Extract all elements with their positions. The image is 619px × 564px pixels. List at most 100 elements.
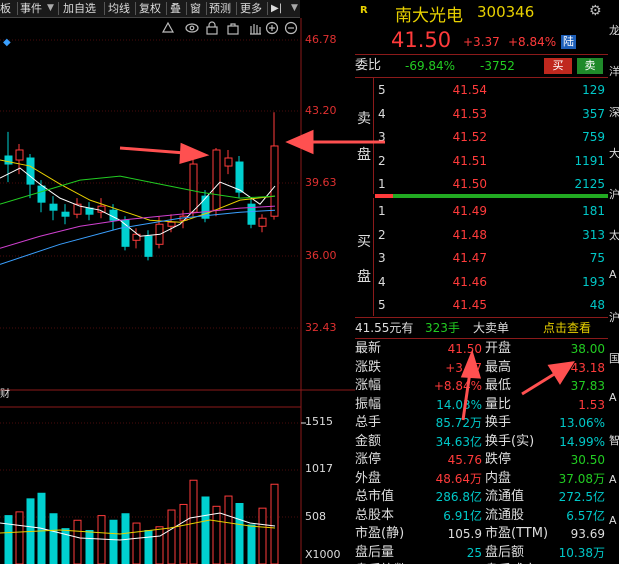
price-tick-label: 46.78: [305, 33, 337, 46]
side-list-char: 深: [609, 106, 619, 119]
toolbar-forecast-button[interactable]: 预测: [209, 1, 231, 16]
stat-label: 总股本: [355, 507, 395, 523]
candle-body: [235, 161, 244, 193]
toolbar-events-tab[interactable]: 事件: [20, 1, 42, 16]
price-tick-label: 36.00: [305, 249, 337, 262]
stat-label: 涨幅: [355, 378, 382, 393]
stat-value: 38.00: [570, 342, 605, 356]
volume-bar: [167, 509, 176, 564]
volume-bar: [155, 526, 164, 564]
candle-body: [49, 203, 58, 211]
side-list-char: 沪: [609, 188, 619, 201]
side-watchlist-edge[interactable]: 龙洋深大沪太A沪国A智AA: [608, 0, 619, 564]
candle-body: [26, 157, 35, 185]
ask-side-label: 卖 盘: [355, 78, 374, 194]
ask-level: 1: [378, 177, 386, 191]
bid-level: 2: [378, 227, 386, 242]
stat-value: 14.03%: [436, 397, 482, 412]
ask-level: 5: [378, 83, 386, 97]
toolbar-board-tab[interactable]: 板: [0, 1, 11, 16]
bid-price: 41.47: [452, 251, 487, 265]
toolbar-ma-button[interactable]: 均线: [108, 1, 130, 16]
price-change-pct: +8.84%: [508, 35, 557, 49]
toolbar-add-watchlist-button[interactable]: 加自选: [63, 1, 96, 16]
buy-button[interactable]: 买: [544, 58, 572, 74]
stat-label: 最新: [355, 341, 382, 356]
stat-value: 41.50: [447, 342, 482, 356]
stock-code: 300346: [477, 3, 535, 21]
ask-price: 41.53: [452, 106, 487, 121]
candle-body: [85, 207, 94, 215]
diamond-icon: ◆: [3, 37, 11, 48]
volume-bar: [201, 496, 210, 564]
volume-bar: [132, 522, 141, 564]
volume-bar: [258, 507, 267, 564]
stat-label: 最高: [485, 359, 512, 375]
stat-label: 振幅: [355, 396, 382, 412]
stat-value: 37.08万: [558, 471, 605, 486]
side-list-char: 龙: [609, 24, 619, 37]
big-order-price: 41.55元有: [355, 321, 414, 335]
stat-label: 市盈(TTM): [485, 526, 549, 541]
kline-chart[interactable]: [0, 18, 355, 564]
side-list-char: A: [609, 473, 617, 486]
stat-value: 6.91亿: [443, 508, 482, 523]
stat-value: 37.83: [570, 379, 605, 393]
ask-volume: 2125: [574, 177, 605, 191]
stat-label: 换手(实): [485, 433, 535, 449]
quote-panel: R 南大光电 300346 ⚙ 41.50 +3.37 +8.84% 陆 委比 …: [355, 0, 608, 564]
volume-bar: [270, 483, 279, 564]
stat-label: 涨停: [355, 452, 382, 467]
candle-body: [224, 157, 233, 167]
side-list-char: 大: [609, 147, 619, 160]
volume-bar: [179, 503, 188, 564]
toolbar-window-button[interactable]: 窗: [190, 1, 201, 16]
stat-label: 开盘: [485, 341, 512, 356]
volume-bar: [109, 519, 118, 564]
candle-body: [258, 217, 267, 227]
ask-volume: 1191: [574, 153, 605, 168]
bid-level: 4: [378, 274, 386, 289]
stat-value: 14.99%: [559, 434, 605, 449]
dropdown-arrow-icon[interactable]: ▼: [291, 1, 298, 16]
weibi-ratio: -69.84%: [405, 59, 456, 73]
stat-label: 跌停: [485, 452, 512, 467]
big-order-volume: 323手: [425, 321, 460, 335]
big-order-view-link[interactable]: 点击查看: [543, 318, 591, 338]
stat-label: 内盘: [485, 470, 512, 486]
volume-bar: [97, 515, 106, 564]
stat-value: +3.37: [445, 360, 482, 375]
price-change: +3.37: [463, 35, 500, 49]
stat-value: 10.38万: [558, 545, 605, 560]
side-list-char: A: [609, 514, 617, 527]
gear-icon[interactable]: ⚙: [589, 3, 602, 19]
order-balance-bar-red: [375, 194, 393, 198]
side-list-char: A: [609, 268, 617, 281]
stat-label: 涨跌: [355, 359, 382, 375]
weibi-label: 委比: [355, 58, 382, 73]
ask-price: 41.54: [452, 83, 487, 97]
ask-volume: 357: [582, 106, 605, 121]
toolbar-more-button[interactable]: 更多: [240, 1, 262, 16]
stat-label: 外盘: [355, 470, 382, 486]
stat-label: 换手: [485, 415, 512, 430]
volume-tick-label: 508: [305, 510, 326, 523]
toolbar-overlay-button[interactable]: 叠: [170, 1, 181, 16]
side-list-char: A: [609, 391, 617, 404]
bid-level: 5: [378, 298, 386, 312]
candle-body: [167, 221, 176, 227]
stat-value: +8.84%: [433, 379, 482, 393]
chevron-down-icon[interactable]: ▼: [47, 1, 54, 16]
volume-bar: [49, 513, 58, 564]
bid-price: 41.48: [452, 227, 487, 242]
sell-button[interactable]: 卖: [577, 58, 603, 74]
volume-bar: [189, 479, 198, 564]
bid-volume: 75: [589, 251, 605, 265]
toolbar-adjust-button[interactable]: 复权: [139, 1, 161, 16]
stat-value: 48.64万: [435, 471, 482, 486]
price-tick-label: 32.43: [305, 321, 337, 334]
stat-label: 总手: [355, 415, 382, 430]
skip-end-icon[interactable]: ▶|: [271, 1, 282, 16]
stock-terminal-window: 板 事件 ▼ 加自选 均线 复权 叠 窗 预测 更多 ▶| ▼ 46.78 43…: [0, 0, 619, 564]
stat-label: 流通股: [485, 507, 525, 523]
